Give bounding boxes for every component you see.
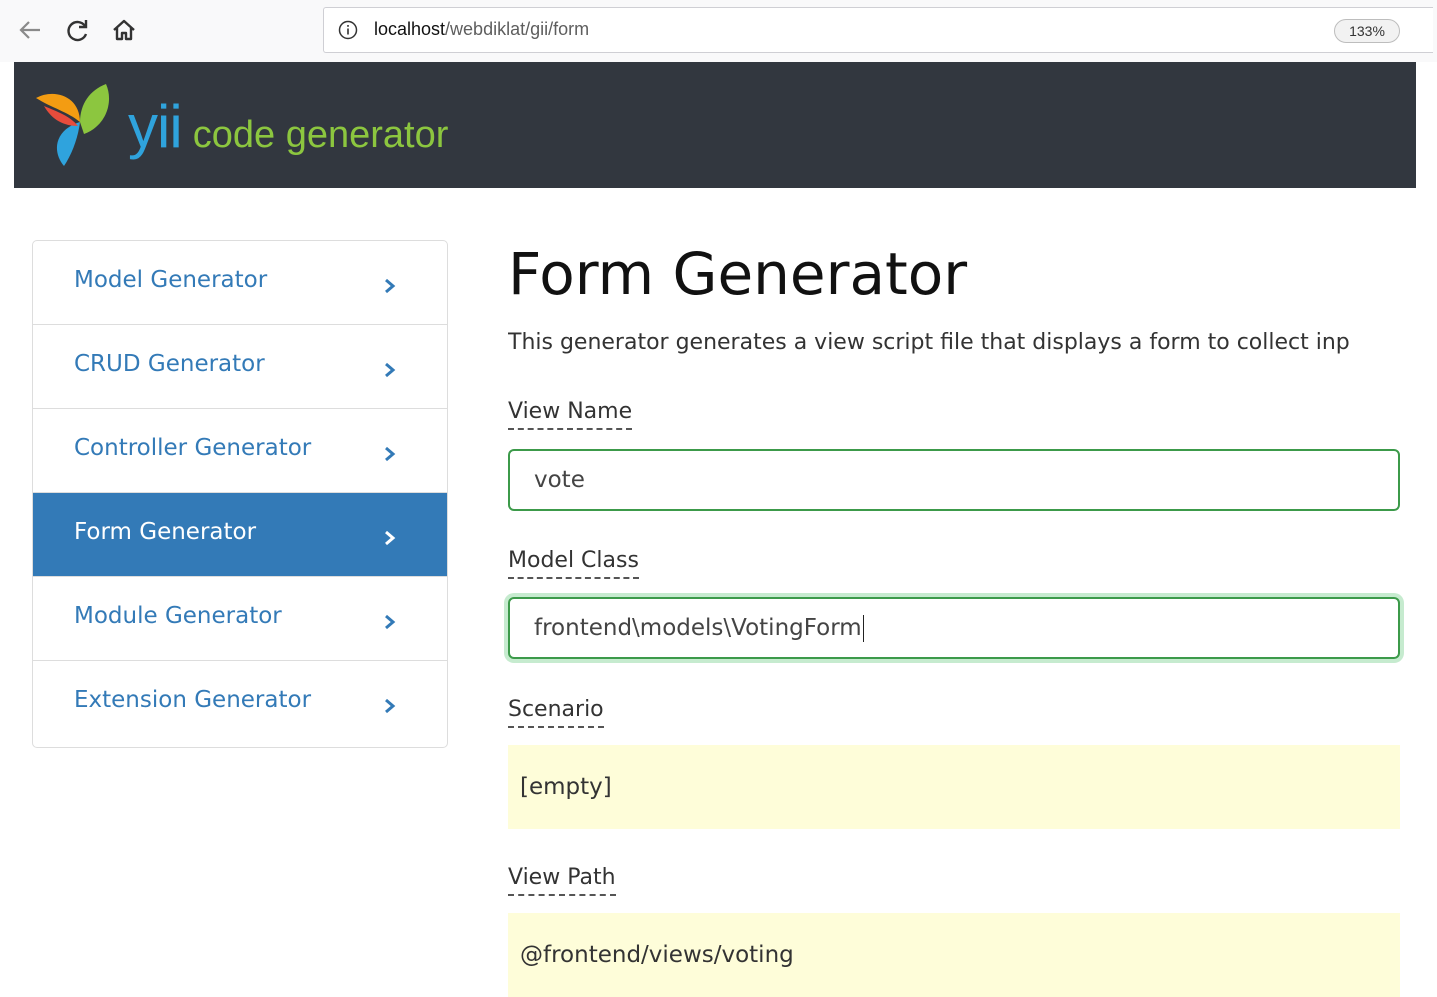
zoom-badge[interactable]: 133%: [1334, 19, 1400, 43]
sidebar-item-model-generator[interactable]: Model Generator: [33, 241, 447, 325]
chevron-right-icon: [383, 442, 397, 468]
view-name-label: View Name: [508, 398, 633, 430]
scenario-value: [empty]: [520, 774, 612, 800]
text-caret: [862, 615, 864, 642]
model-class-label: Model Class: [508, 547, 639, 579]
sidebar-item-form-generator[interactable]: Form Generator: [33, 493, 447, 577]
logo-text: yii code generator: [128, 92, 448, 161]
page-description: This generator generates a view script f…: [508, 330, 1350, 355]
scenario-label: Scenario: [508, 696, 604, 728]
url-host: localhost: [374, 19, 446, 39]
sidebar-item-label: Model Generator: [74, 267, 268, 293]
generator-sidebar: Model Generator CRUD Generator Controlle…: [32, 240, 448, 748]
chevron-right-icon: [383, 610, 397, 636]
chevron-right-icon: [383, 526, 397, 552]
sidebar-item-label: Controller Generator: [74, 435, 312, 461]
info-icon[interactable]: [338, 20, 358, 44]
url-path: /webdiklat/gii/form: [445, 19, 590, 39]
app-header: yii code generator: [14, 62, 1416, 188]
view-name-value: vote: [534, 467, 585, 493]
page-title: Form Generator: [508, 240, 968, 308]
sidebar-item-module-generator[interactable]: Module Generator: [33, 577, 447, 661]
sidebar-item-extension-generator[interactable]: Extension Generator: [33, 661, 447, 745]
view-name-input[interactable]: vote: [508, 449, 1400, 511]
view-path-label: View Path: [508, 864, 616, 896]
view-path-value: @frontend/views/voting: [520, 942, 794, 968]
url-text: localhost/webdiklat/gii/form: [374, 19, 589, 40]
logo-subtitle: code generator: [192, 114, 449, 156]
sidebar-item-label: Extension Generator: [74, 687, 312, 713]
reload-icon[interactable]: [62, 14, 94, 46]
model-class-input[interactable]: frontend\models\VotingForm: [508, 597, 1400, 659]
sidebar-item-label: Module Generator: [74, 603, 282, 629]
sidebar-item-crud-generator[interactable]: CRUD Generator: [33, 325, 447, 409]
view-path-field[interactable]: @frontend/views/voting: [508, 913, 1400, 997]
logo-word: yii: [128, 93, 183, 160]
home-icon[interactable]: [108, 14, 140, 46]
back-arrow-icon[interactable]: [14, 14, 46, 46]
address-bar[interactable]: localhost/webdiklat/gii/form 133%: [323, 7, 1433, 53]
sidebar-item-controller-generator[interactable]: Controller Generator: [33, 409, 447, 493]
chevron-right-icon: [383, 358, 397, 384]
model-class-value: frontend\models\VotingForm: [534, 615, 862, 641]
sidebar-item-label: CRUD Generator: [74, 351, 265, 377]
yii-logo[interactable]: [34, 82, 116, 172]
scenario-field[interactable]: [empty]: [508, 745, 1400, 829]
sidebar-item-label: Form Generator: [74, 519, 257, 545]
chevron-right-icon: [383, 274, 397, 300]
browser-toolbar: localhost/webdiklat/gii/form 133%: [0, 0, 1437, 62]
chevron-right-icon: [383, 694, 397, 720]
